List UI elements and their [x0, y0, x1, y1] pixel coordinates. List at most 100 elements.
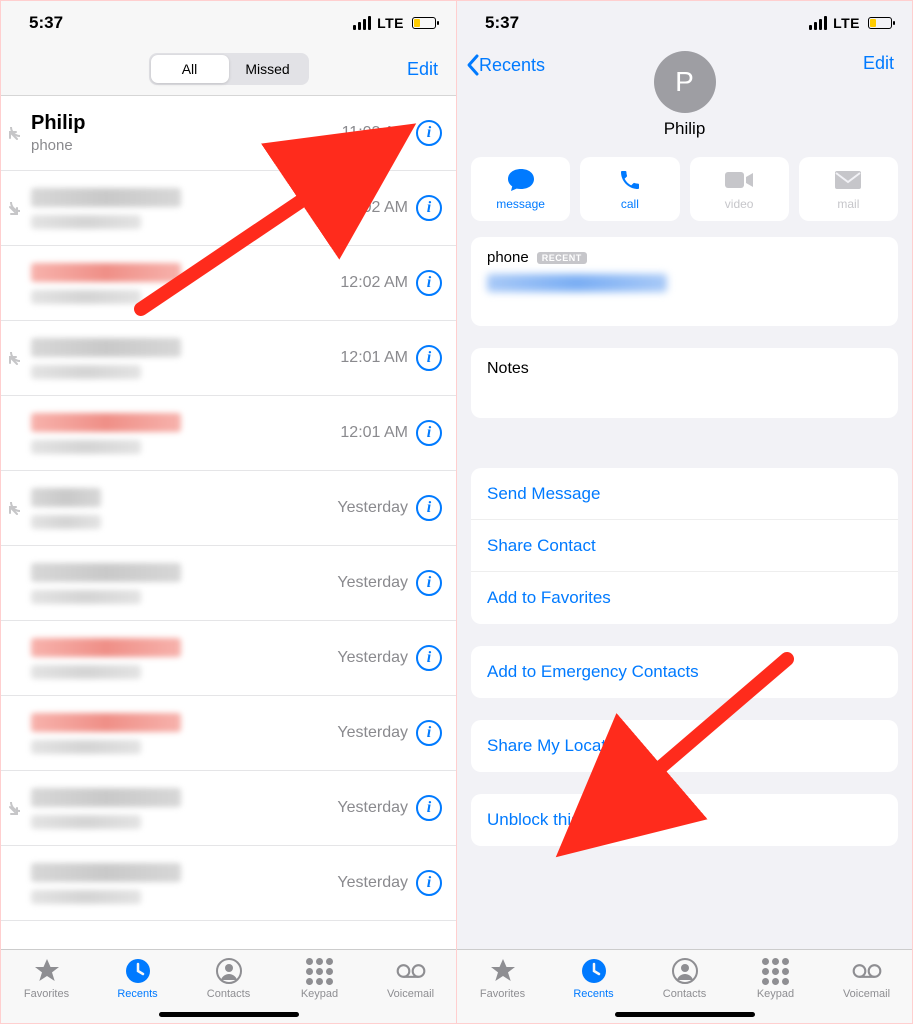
info-button[interactable]: i	[416, 720, 442, 746]
call-row[interactable]: 12:01 AM i	[1, 396, 456, 471]
mail-icon	[834, 167, 862, 193]
redacted-name	[31, 188, 181, 207]
info-button[interactable]: i	[416, 270, 442, 296]
share-my-location-row[interactable]: Share My Location	[471, 720, 898, 772]
tab-recents[interactable]: Recents	[554, 956, 634, 1000]
tab-bar: Favorites Recents Contacts Keypad Voicemail	[1, 949, 456, 1023]
call-label: call	[621, 197, 639, 211]
call-time: Yesterday	[337, 499, 408, 517]
call-time: Yesterday	[337, 574, 408, 592]
unblock-caller-row[interactable]: Unblock this Caller	[471, 794, 898, 846]
call-time: Yesterday	[337, 799, 408, 817]
video-icon	[724, 167, 754, 193]
call-row[interactable]: Yesterdayi	[1, 696, 456, 771]
call-row[interactable]: Yesterdayi	[1, 621, 456, 696]
tab-label: Recents	[573, 988, 613, 1000]
redacted-sub	[31, 290, 141, 304]
keypad-icon	[305, 956, 335, 986]
tab-label: Contacts	[207, 988, 250, 1000]
redacted-sub	[31, 590, 141, 604]
redacted-name	[31, 563, 181, 582]
notes-card[interactable]: Notes	[471, 348, 898, 418]
tab-voicemail[interactable]: Voicemail	[827, 956, 907, 1000]
recents-icon	[579, 956, 609, 986]
redacted-name	[31, 338, 181, 357]
contact-screen: 5:37 LTE Recents Edit P Philip message	[457, 1, 912, 1023]
redacted-name	[31, 413, 181, 432]
actions-group-4: Unblock this Caller	[471, 794, 898, 846]
call-row[interactable]: 12:02 AM i	[1, 171, 456, 246]
call-time: 12:01 AM	[340, 424, 408, 442]
phone-field-label: phone RECENT	[487, 249, 882, 266]
outgoing-call-icon	[5, 799, 23, 817]
incoming-call-icon	[5, 499, 23, 517]
call-list[interactable]: Philipphone11:03 AMi12:02 AMi12:02 AMi12…	[1, 96, 456, 949]
call-time: 12:02 AM	[340, 199, 408, 217]
edit-button[interactable]: Edit	[407, 59, 438, 80]
home-indicator	[615, 1012, 755, 1017]
call-row[interactable]: Yesterday i	[1, 471, 456, 546]
info-button[interactable]: i	[416, 570, 442, 596]
share-contact-row[interactable]: Share Contact	[471, 520, 898, 572]
info-button[interactable]: i	[416, 495, 442, 521]
call-row[interactable]: Philip phone11:03 AM i	[1, 96, 456, 171]
action-row: message call video mail	[457, 149, 912, 237]
mail-label: mail	[837, 197, 859, 211]
call-row[interactable]: 12:02 AMi	[1, 246, 456, 321]
info-button[interactable]: i	[416, 645, 442, 671]
info-button[interactable]: i	[416, 795, 442, 821]
info-button[interactable]: i	[416, 345, 442, 371]
send-message-row[interactable]: Send Message	[471, 468, 898, 520]
caller-name: Philip	[31, 112, 342, 135]
redacted-name	[31, 788, 181, 807]
tab-keypad[interactable]: Keypad	[280, 956, 360, 1000]
redacted-sub	[31, 365, 141, 379]
redacted-sub	[31, 890, 141, 904]
info-button[interactable]: i	[416, 120, 442, 146]
tab-contacts[interactable]: Contacts	[189, 956, 269, 1000]
tab-label: Voicemail	[387, 988, 434, 1000]
tab-favorites[interactable]: Favorites	[463, 956, 543, 1000]
tab-favorites[interactable]: Favorites	[7, 956, 87, 1000]
redacted-sub	[31, 665, 141, 679]
call-row[interactable]: Yesterdayi	[1, 846, 456, 921]
edit-button[interactable]: Edit	[863, 53, 894, 74]
tab-contacts[interactable]: Contacts	[645, 956, 725, 1000]
tab-recents[interactable]: Recents	[98, 956, 178, 1000]
segment-missed[interactable]: Missed	[229, 55, 307, 83]
phone-card[interactable]: phone RECENT	[471, 237, 898, 326]
contact-header: Recents Edit P Philip	[457, 45, 912, 149]
outgoing-call-icon	[5, 199, 23, 217]
tab-label: Recents	[117, 988, 157, 1000]
back-label: Recents	[479, 55, 545, 76]
info-button[interactable]: i	[416, 195, 442, 221]
recents-screen: 5:37 LTE All Missed Edit Philipphone11:0…	[1, 1, 457, 1023]
redacted-name	[31, 713, 181, 732]
info-button[interactable]: i	[416, 870, 442, 896]
recents-icon	[123, 956, 153, 986]
tab-voicemail[interactable]: Voicemail	[371, 956, 451, 1000]
tab-keypad[interactable]: Keypad	[736, 956, 816, 1000]
call-row[interactable]: Yesterday i	[1, 771, 456, 846]
status-time: 5:37	[29, 13, 63, 33]
segmented-control[interactable]: All Missed	[149, 53, 309, 85]
add-to-favorites-row[interactable]: Add to Favorites	[471, 572, 898, 624]
back-button[interactable]: Recents	[465, 53, 545, 77]
segment-all[interactable]: All	[151, 55, 229, 83]
call-row[interactable]: 12:01 AM i	[1, 321, 456, 396]
caller-sub: phone	[31, 137, 342, 154]
redacted-sub	[31, 740, 141, 754]
redacted-name	[31, 863, 181, 882]
call-time: 12:01 AM	[340, 349, 408, 367]
tab-label: Keypad	[757, 988, 794, 1000]
message-icon	[506, 167, 536, 193]
keypad-icon	[761, 956, 791, 986]
redacted-sub	[31, 440, 141, 454]
message-button[interactable]: message	[471, 157, 570, 221]
add-emergency-contact-row[interactable]: Add to Emergency Contacts	[471, 646, 898, 698]
call-time: 11:03 AM	[342, 124, 408, 142]
info-button[interactable]: i	[416, 420, 442, 446]
phone-icon	[618, 167, 642, 193]
call-button[interactable]: call	[580, 157, 679, 221]
call-row[interactable]: Yesterday i	[1, 546, 456, 621]
